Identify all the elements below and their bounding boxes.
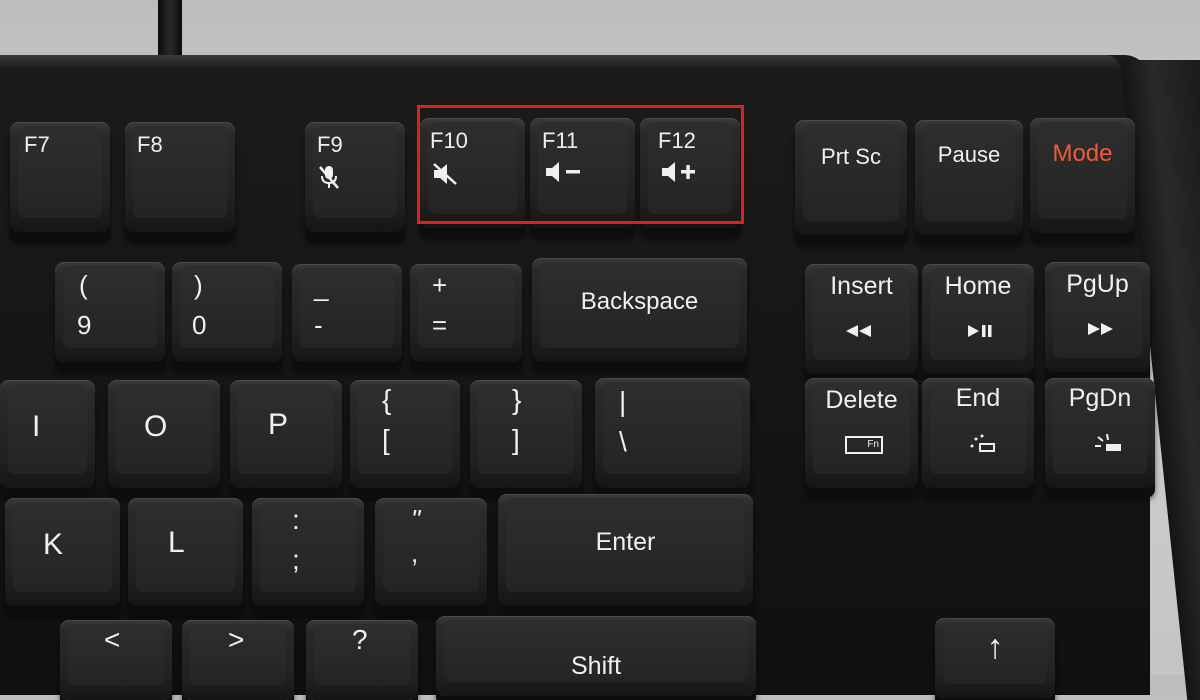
key-pgdn-label: PgDn — [1068, 384, 1132, 412]
key-backspace-label: Backspace — [580, 288, 699, 315]
key-0[interactable]: ) 0 — [172, 262, 282, 362]
key-pause-label: Pause — [937, 142, 1001, 167]
key-minus[interactable]: _ - — [292, 264, 402, 362]
key-semicolon[interactable]: : ; — [252, 498, 364, 606]
key-semicolon-top-label: : — [292, 504, 300, 535]
key-l[interactable]: L — [128, 498, 243, 606]
key-period[interactable]: > — [182, 620, 294, 700]
key-0-top-label: ) — [194, 270, 203, 300]
brightness-up-icon — [1095, 434, 1121, 451]
key-9-top-label: ( — [79, 270, 88, 300]
key-i-label: I — [32, 410, 41, 443]
key-rbrace-bottom-label: ] — [512, 424, 520, 455]
key-equal[interactable]: + = — [410, 264, 522, 362]
key-quote[interactable]: " , — [375, 498, 487, 606]
key-period-top-label: > — [228, 624, 245, 655]
key-slash[interactable]: ? — [306, 620, 418, 700]
key-backspace[interactable]: Backspace — [532, 258, 747, 362]
key-delete-label: Delete — [825, 386, 898, 414]
key-enter-label: Enter — [595, 528, 656, 556]
keyboard-cable — [158, 0, 182, 60]
key-o[interactable]: O — [108, 380, 220, 488]
mic-mute-icon — [319, 166, 339, 189]
key-o-label: O — [144, 410, 168, 443]
key-f7[interactable]: F7 — [10, 122, 110, 232]
key-insert-label: Insert — [830, 272, 893, 300]
key-pgdn[interactable]: PgDn — [1045, 378, 1155, 488]
key-end-label: End — [955, 384, 1001, 412]
key-f9-label: F9 — [317, 132, 343, 157]
key-up-arrow-label: ↑ — [986, 628, 1004, 666]
key-rbrace[interactable]: } ] — [470, 380, 582, 488]
rewind-icon — [846, 325, 871, 337]
key-delete[interactable]: Delete Fn — [805, 378, 918, 488]
key-f7-label: F7 — [24, 132, 50, 157]
key-quote-top-label: " — [411, 504, 421, 534]
key-minus-bottom-label: - — [314, 310, 323, 340]
key-up-arrow[interactable]: ↑ — [935, 618, 1055, 698]
key-pgup-label: PgUp — [1066, 270, 1129, 298]
key-k-label: K — [43, 528, 64, 561]
key-f8-label: F8 — [137, 132, 163, 157]
key-backslash[interactable]: | \ — [595, 378, 750, 488]
key-f9[interactable]: F9 — [305, 122, 405, 232]
key-pause[interactable]: Pause — [915, 120, 1023, 235]
key-backslash-bottom-label: \ — [619, 426, 627, 457]
key-prtsc[interactable]: Prt Sc — [795, 120, 907, 235]
key-lbrace-bottom-label: [ — [382, 424, 390, 455]
play-pause-icon — [968, 325, 992, 337]
key-0-bottom-label: 0 — [192, 310, 207, 340]
key-9-bottom-label: 9 — [77, 310, 92, 340]
key-lbrace-top-label: { — [382, 384, 392, 415]
fast-forward-icon — [1088, 323, 1113, 335]
media-keys-highlight-box — [417, 105, 744, 224]
key-minus-top-label: _ — [314, 272, 329, 302]
key-mode-label: Mode — [1052, 140, 1113, 167]
key-home-label: Home — [944, 272, 1012, 300]
key-quote-bottom-label: , — [411, 538, 419, 568]
key-lbrace[interactable]: { [ — [350, 380, 460, 488]
key-mode[interactable]: Mode — [1030, 118, 1135, 233]
key-insert[interactable]: Insert — [805, 264, 918, 374]
key-p-label: P — [268, 408, 289, 441]
key-i[interactable]: I — [0, 380, 95, 488]
key-equal-top-label: + — [432, 270, 448, 300]
key-comma-top-label: < — [104, 624, 121, 655]
key-home[interactable]: Home — [922, 264, 1034, 374]
keyboard-rim — [0, 55, 1120, 69]
key-backslash-top-label: | — [619, 386, 627, 417]
fn-lock-label: Fn — [867, 439, 879, 450]
key-prtsc-label: Prt Sc — [821, 144, 881, 169]
key-l-label: L — [168, 526, 185, 559]
key-equal-bottom-label: = — [432, 310, 448, 340]
key-f8[interactable]: F8 — [125, 122, 235, 232]
fn-lock-icon: Fn — [845, 436, 883, 454]
key-shift-label: Shift — [570, 652, 622, 680]
key-end[interactable]: End — [922, 378, 1034, 488]
key-semicolon-bottom-label: ; — [292, 544, 300, 575]
key-shift[interactable]: Shift — [436, 616, 756, 696]
key-rbrace-top-label: } — [512, 384, 522, 415]
key-slash-top-label: ? — [352, 624, 368, 655]
key-p[interactable]: P — [230, 380, 342, 488]
brightness-down-icon — [970, 434, 995, 452]
key-comma[interactable]: < — [60, 620, 172, 700]
key-k[interactable]: K — [5, 498, 120, 606]
key-enter[interactable]: Enter — [498, 494, 753, 606]
key-9[interactable]: ( 9 — [55, 262, 165, 362]
key-pgup[interactable]: PgUp — [1045, 262, 1150, 372]
